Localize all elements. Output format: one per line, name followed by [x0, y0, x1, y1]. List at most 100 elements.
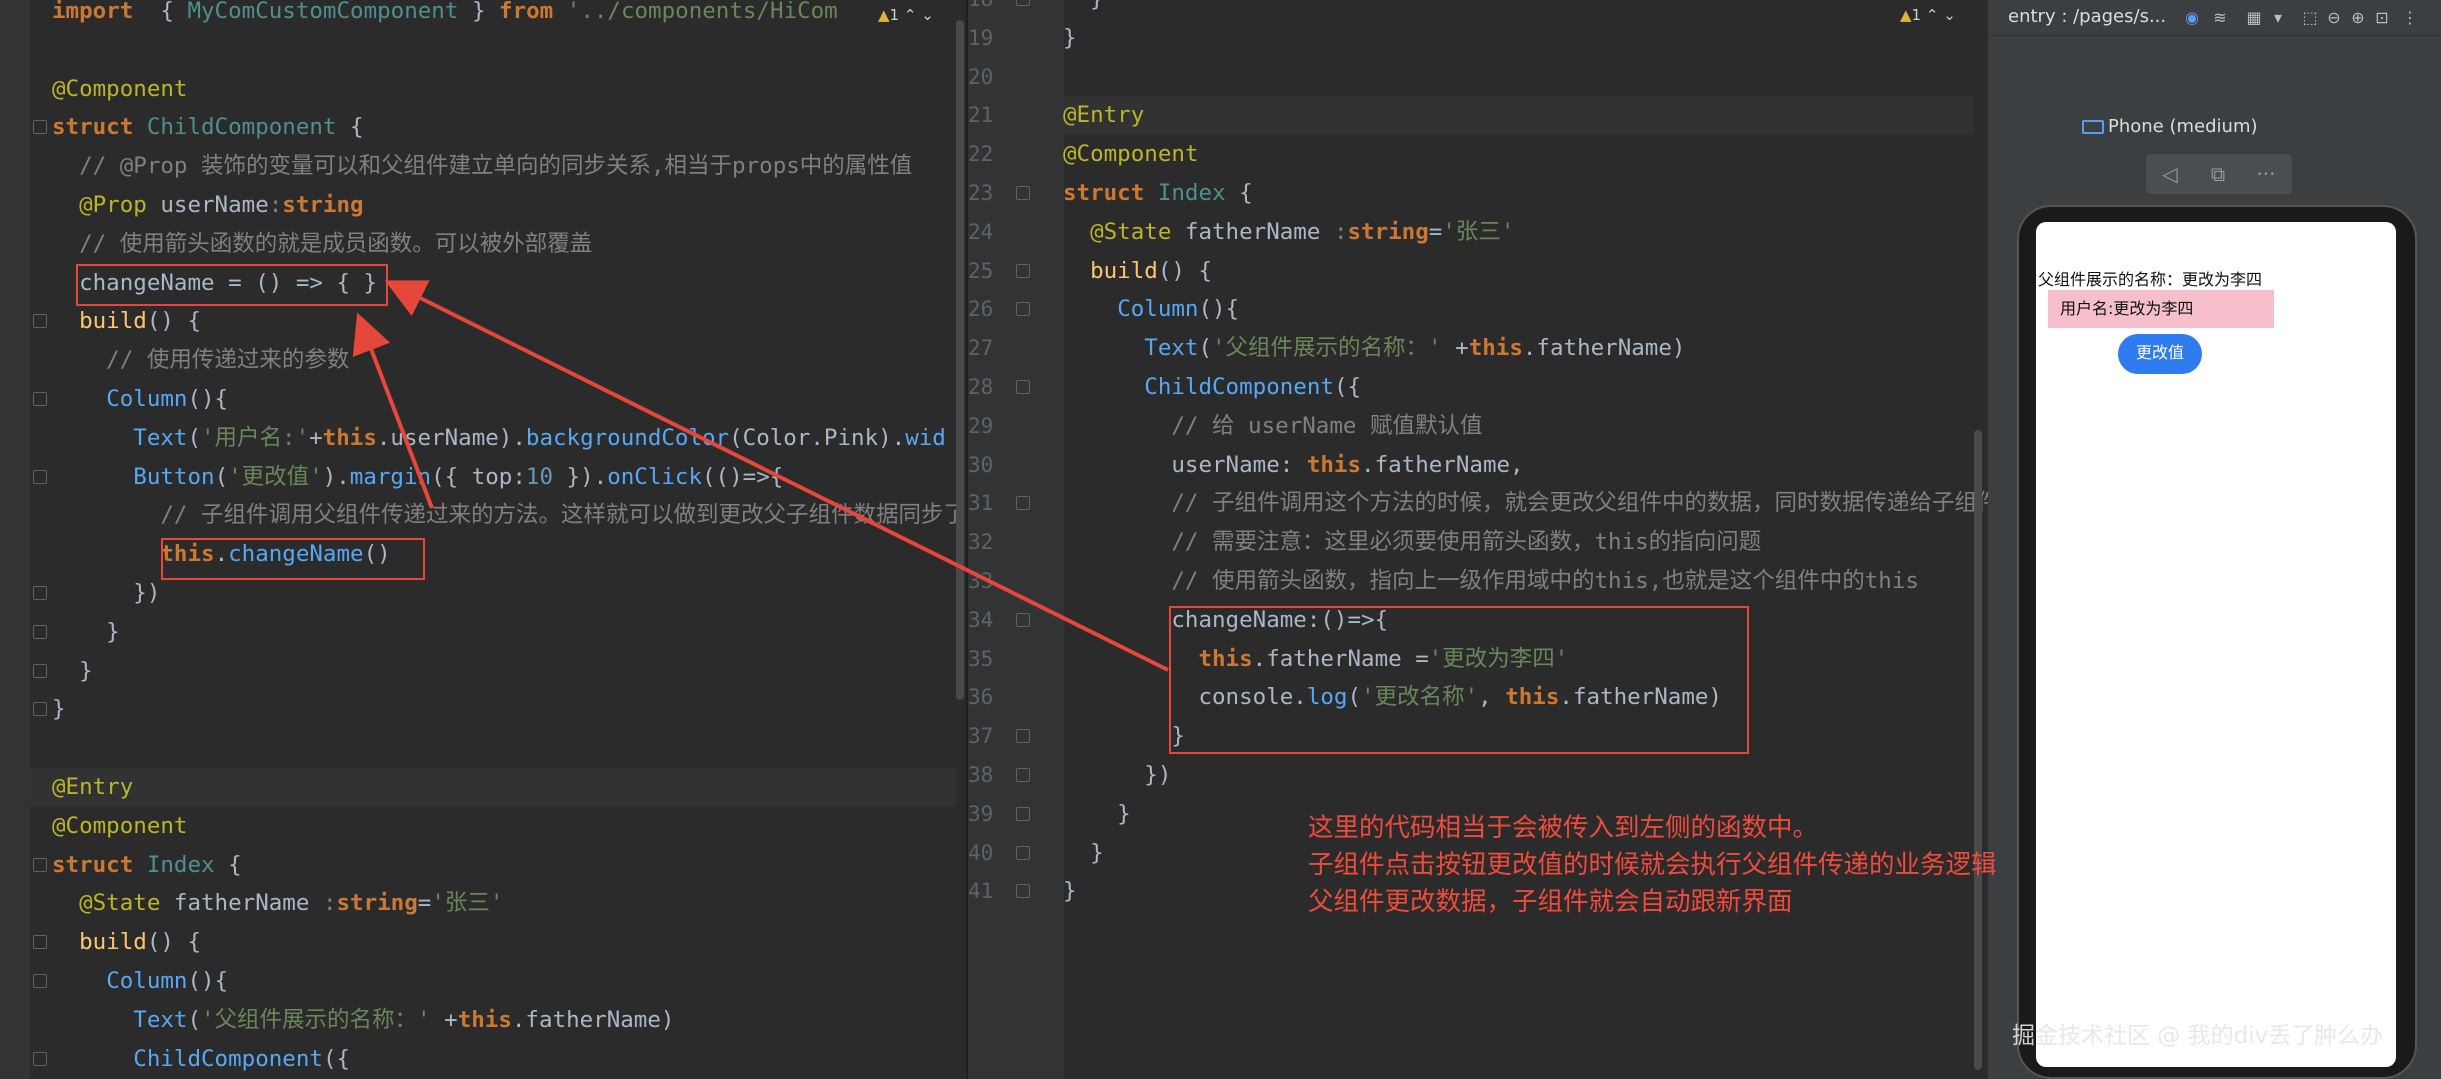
- code-line[interactable]: // 使用箭头函数，指向上一级作用域中的this,也就是这个组件中的this: [1063, 562, 1919, 601]
- code-line[interactable]: Column(){: [52, 962, 228, 1001]
- previewer-path[interactable]: entry : /pages/s...: [2008, 6, 2166, 27]
- fold-marker-icon[interactable]: [33, 974, 47, 988]
- code-line[interactable]: // 需要注意：这里必须要使用箭头函数，this的指向问题: [1063, 523, 1761, 562]
- code-token: '../components/HiCom: [553, 0, 838, 24]
- code-line[interactable]: Text('父组件展示的名称：' +this.fatherName): [52, 1001, 674, 1040]
- fold-marker-icon[interactable]: [33, 663, 47, 678]
- fold-marker-icon[interactable]: [33, 857, 47, 872]
- fold-marker-icon[interactable]: [33, 120, 47, 135]
- fold-marker-icon[interactable]: [1016, 0, 1030, 6]
- zoom-in-icon[interactable]: ⊕: [2348, 8, 2368, 28]
- code-token: Button: [133, 463, 215, 490]
- code-line[interactable]: @Component: [52, 70, 187, 109]
- fold-marker-icon[interactable]: [1016, 263, 1030, 278]
- left-code-editor[interactable]: import { MyComCustomComponent } from '..…: [0, 0, 966, 1079]
- fold-marker-icon[interactable]: [1016, 612, 1030, 627]
- crop-icon[interactable]: ⬚: [2300, 8, 2320, 28]
- fold-marker-icon[interactable]: [1016, 302, 1030, 317]
- code-token: }: [1063, 723, 1185, 750]
- fold-marker-icon[interactable]: [1016, 768, 1030, 782]
- code-line[interactable]: // 使用传递过来的参数: [52, 341, 349, 380]
- code-token: @Entry: [1063, 102, 1145, 129]
- code-line[interactable]: build() {: [52, 923, 201, 962]
- code-line[interactable]: // 给 userName 赋值默认值: [1063, 407, 1482, 446]
- zoom-out-icon[interactable]: ⊖: [2324, 8, 2344, 28]
- code-line[interactable]: ChildComponent({: [52, 1040, 350, 1079]
- code-line[interactable]: }: [1063, 795, 1131, 834]
- code-line[interactable]: Text('父组件展示的名称：' +this.fatherName): [1063, 329, 1685, 368]
- code-line[interactable]: struct ChildComponent {: [52, 108, 364, 147]
- code-line[interactable]: }: [1063, 717, 1185, 756]
- more-options-icon[interactable]: ···: [2242, 154, 2290, 194]
- code-line[interactable]: }: [52, 690, 66, 729]
- fold-marker-icon[interactable]: [33, 469, 47, 484]
- code-token: @Component: [52, 812, 188, 839]
- code-line[interactable]: build() {: [52, 302, 201, 341]
- fold-marker-icon[interactable]: [33, 1051, 47, 1066]
- code-line[interactable]: // 子组件调用父组件传递过来的方法。这样就可以做到更改父子组件数据同步了: [52, 496, 966, 535]
- code-line[interactable]: @State fatherName :string='张三': [1063, 213, 1514, 252]
- layers-icon[interactable]: ≋: [2210, 8, 2230, 28]
- code-line[interactable]: }: [1063, 834, 1104, 873]
- fold-marker-icon[interactable]: [1016, 729, 1030, 744]
- line-number: 36: [968, 685, 994, 710]
- code-line[interactable]: // 子组件调用这个方法的时候，就会更改父组件中的数据，同时数据传递给子组件: [1063, 484, 1988, 523]
- code-line[interactable]: Column(){: [52, 380, 228, 419]
- line-number: 28: [968, 375, 994, 399]
- code-line[interactable]: }: [1063, 19, 1077, 58]
- code-line[interactable]: }: [52, 613, 120, 652]
- fold-marker-icon[interactable]: [33, 624, 47, 639]
- right-scrollbar[interactable]: [1974, 430, 1982, 1070]
- chevron-down-icon[interactable]: ▾: [2268, 8, 2288, 28]
- left-scrollbar[interactable]: [956, 20, 964, 700]
- fold-marker-icon[interactable]: [1016, 845, 1030, 860]
- fold-marker-icon[interactable]: [1016, 806, 1030, 821]
- code-line[interactable]: }: [1063, 872, 1077, 911]
- code-line[interactable]: }: [52, 652, 93, 691]
- fold-marker-icon[interactable]: [1016, 496, 1030, 511]
- back-icon[interactable]: ◁: [2146, 154, 2194, 194]
- code-line[interactable]: build() {: [1063, 252, 1212, 291]
- fit-icon[interactable]: ⊡: [2372, 8, 2392, 28]
- code-token: .fatherName): [1522, 335, 1686, 362]
- code-line[interactable]: struct Index {: [1063, 174, 1253, 213]
- fold-marker-icon[interactable]: [1016, 380, 1030, 394]
- code-token: {: [214, 851, 242, 878]
- code-line[interactable]: // 使用箭头函数的就是成员函数。可以被外部覆盖: [52, 225, 592, 264]
- code-line[interactable]: import { MyComCustomComponent } from '..…: [52, 0, 838, 31]
- more-icon[interactable]: ⋮: [2400, 8, 2420, 28]
- code-line[interactable]: Text('用户名:'+this.userName).backgroundCol…: [52, 419, 946, 458]
- left-warning-indicator[interactable]: ▲1 ⌃ ⌄: [878, 6, 934, 24]
- grid-icon[interactable]: ▦: [2244, 8, 2264, 28]
- code-line[interactable]: Column(){: [1063, 290, 1239, 329]
- code-line[interactable]: ChildComponent({: [1063, 368, 1361, 407]
- code-line[interactable]: }): [52, 574, 160, 613]
- device-label[interactable]: Phone (medium): [2108, 116, 2258, 137]
- inspect-icon[interactable]: ◉: [2182, 8, 2202, 28]
- fold-marker-icon[interactable]: [33, 392, 47, 406]
- code-line[interactable]: @Entry: [52, 768, 133, 807]
- right-warning-indicator[interactable]: ▲1 ⌃ ⌄: [1900, 6, 1956, 24]
- fold-marker-icon[interactable]: [1016, 186, 1030, 200]
- code-line[interactable]: @Component: [1063, 135, 1198, 174]
- code-line[interactable]: }): [1063, 756, 1171, 795]
- fold-marker-icon[interactable]: [33, 935, 47, 950]
- code-line[interactable]: userName: this.fatherName,: [1063, 446, 1523, 485]
- code-line[interactable]: @Component: [52, 807, 187, 846]
- fold-marker-icon[interactable]: [1016, 884, 1030, 899]
- code-line[interactable]: // @Prop 装饰的变量可以和父组件建立单向的同步关系,相当于props中的…: [52, 147, 912, 186]
- code-line[interactable]: Button('更改值').margin({ top:10 }).onClick…: [52, 458, 783, 497]
- change-value-button[interactable]: 更改值: [2118, 334, 2202, 374]
- code-line[interactable]: @Entry: [1063, 96, 1144, 135]
- code-line[interactable]: @Prop userName:string: [52, 186, 364, 225]
- current-line-highlight: [1064, 96, 1974, 136]
- fold-marker-icon[interactable]: [33, 702, 47, 717]
- line-number: 21: [968, 103, 994, 128]
- fold-marker-icon[interactable]: [33, 314, 47, 329]
- code-line[interactable]: struct Index {: [52, 846, 242, 885]
- code-line[interactable]: }: [1063, 0, 1104, 19]
- code-line[interactable]: @State fatherName :string='张三': [52, 884, 503, 923]
- rotate-icon[interactable]: ⧉: [2194, 154, 2242, 194]
- fold-marker-icon[interactable]: [33, 586, 47, 600]
